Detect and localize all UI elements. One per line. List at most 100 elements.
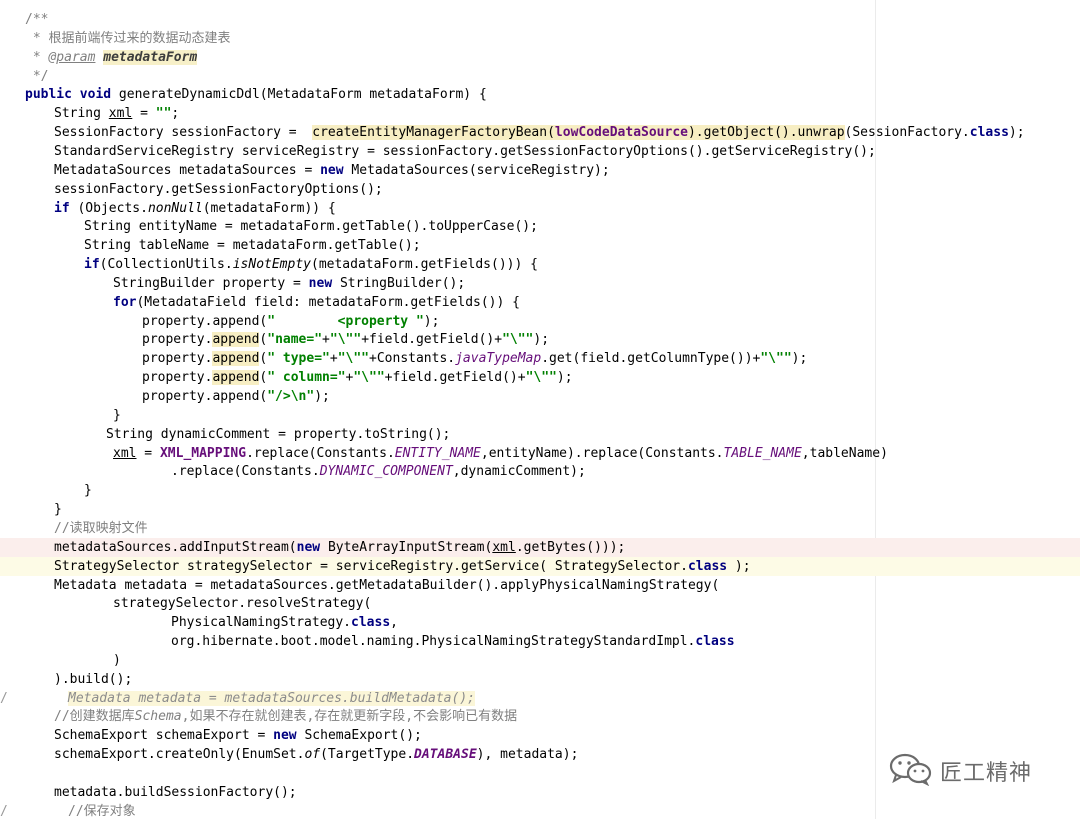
code-token: SchemaExport(); — [304, 728, 422, 744]
code-token: StringBuilder property = — [113, 275, 309, 291]
code-line[interactable]: property.append(" column="+"\""+field.ge… — [0, 368, 1080, 387]
code-line[interactable]: / Metadata metadata = metadataSources.bui… — [0, 689, 1080, 708]
code-line[interactable]: /** — [0, 10, 1080, 29]
code-token: ); — [1008, 125, 1025, 141]
code-token: javaTypeMap — [455, 351, 542, 367]
code-line[interactable]: */ — [0, 67, 1080, 86]
code-line[interactable]: ).build(); — [0, 670, 1080, 689]
code-line[interactable]: .replace(Constants.DYNAMIC_COMPONENT,dyn… — [0, 462, 1080, 481]
code-line[interactable]: property.append(" type="+"\""+Constants.… — [0, 349, 1080, 368]
code-token: class — [695, 634, 735, 650]
code-token: } — [54, 502, 62, 518]
code-line[interactable]: public void generateDynamicDdl(MetadataF… — [0, 85, 1080, 104]
code-line[interactable]: String xml = ""; — [0, 104, 1080, 123]
code-token: property.append( — [142, 389, 268, 404]
code-line[interactable]: String entityName = metadataForm.getTabl… — [0, 217, 1080, 236]
code-token: } — [113, 407, 121, 423]
code-token: String entityName = metadataForm.getTabl… — [84, 219, 538, 235]
code-line[interactable]: if (Objects.nonNull(metadataForm)) { — [0, 199, 1080, 218]
code-line[interactable]: } — [0, 406, 1080, 425]
code-token: " column=" — [267, 370, 346, 386]
code-line[interactable]: strategySelector.resolveStrategy( — [0, 594, 1080, 613]
code-token: property. — [142, 351, 213, 367]
code-text: //保存对象 — [68, 802, 136, 821]
code-line[interactable]: Metadata metadata = metadataSources.getM… — [0, 576, 1080, 595]
code-line[interactable]: for(MetadataField field: metadataForm.ge… — [0, 293, 1080, 312]
code-token: "/>\n" — [267, 389, 315, 404]
code-line[interactable]: if(CollectionUtils.isNotEmpty(metadataFo… — [0, 255, 1080, 274]
code-line[interactable]: StandardServiceRegistry serviceRegistry … — [0, 142, 1080, 161]
code-token: append — [212, 351, 260, 367]
code-text: SchemaExport schemaExport = new SchemaEx… — [54, 726, 422, 745]
gutter-comment-mark: / — [0, 690, 8, 706]
code-text: sessionFactory.getSessionFactoryOptions(… — [54, 180, 383, 199]
code-token: String dynamicComment = property.toStrin… — [106, 426, 451, 442]
code-line[interactable]: String dynamicComment = property.toStrin… — [0, 425, 1080, 444]
code-line[interactable]: PhysicalNamingStrategy.class, — [0, 613, 1080, 632]
code-token: "" — [155, 106, 172, 122]
code-token: + — [322, 332, 330, 348]
code-token: ,dynamicComment); — [452, 464, 586, 480]
code-token: +Constants. — [369, 351, 456, 367]
code-token: (TargetType. — [320, 747, 415, 763]
code-token: TABLE_NAME — [723, 445, 802, 461]
code-editor[interactable]: /** * 根据前端传过来的数据动态建表 * @param metadataFo… — [0, 0, 1080, 819]
code-line[interactable]: ) — [0, 651, 1080, 670]
code-line[interactable]: SessionFactory sessionFactory = createEn… — [0, 123, 1080, 142]
code-line[interactable]: xml = XML_MAPPING.replace(Constants.ENTI… — [0, 444, 1080, 463]
code-token: SchemaExport schemaExport = — [54, 728, 274, 744]
code-line[interactable]: MetadataSources metadataSources = new Me… — [0, 161, 1080, 180]
code-line[interactable]: * 根据前端传过来的数据动态建表 — [0, 29, 1080, 48]
code-text: ).build(); — [54, 670, 132, 689]
code-token: , — [390, 615, 398, 631]
code-line[interactable]: property.append("name="+"\""+field.getFi… — [0, 330, 1080, 349]
code-text: property.append("name="+"\""+field.getFi… — [142, 330, 549, 349]
code-token: PhysicalNamingStrategy. — [171, 615, 352, 631]
code-text: public void generateDynamicDdl(MetadataF… — [25, 85, 487, 104]
code-text: if(CollectionUtils.isNotEmpty(metadataFo… — [84, 255, 538, 274]
code-token: */ — [25, 68, 49, 84]
code-line[interactable]: metadataSources.addInputStream(new ByteA… — [0, 537, 1080, 557]
code-token: (CollectionUtils. — [99, 257, 233, 273]
code-line[interactable]: property.append(" <property "); — [0, 312, 1080, 331]
code-token: isNotEmpty — [232, 257, 311, 273]
code-line[interactable]: StringBuilder property = new StringBuild… — [0, 274, 1080, 293]
code-text: PhysicalNamingStrategy.class, — [171, 613, 398, 632]
code-token: ), metadata); — [476, 747, 579, 763]
code-line[interactable]: sessionFactory.getSessionFactoryOptions(… — [0, 180, 1080, 199]
code-line[interactable]: StrategySelector strategySelector = serv… — [0, 556, 1080, 576]
code-token: (Objects. — [77, 200, 148, 216]
code-line[interactable]: //读取映射文件 — [0, 519, 1080, 538]
code-line[interactable]: org.hibernate.boot.model.naming.Physical… — [0, 632, 1080, 651]
code-text: property.append("/>\n"); — [142, 387, 330, 406]
code-line[interactable]: String tableName = metadataForm.getTable… — [0, 236, 1080, 255]
code-token: ); — [533, 332, 550, 348]
code-line[interactable]: / //保存对象 — [0, 802, 1080, 821]
code-line[interactable]: SchemaExport schemaExport = new SchemaEx… — [0, 726, 1080, 745]
code-token: (MetadataField field: metadataForm.getFi… — [136, 294, 520, 310]
code-token: XML_MAPPING — [159, 445, 247, 461]
code-text: String tableName = metadataForm.getTable… — [84, 236, 421, 255]
code-text: metadataSources.addInputStream(new ByteA… — [54, 538, 625, 557]
code-line[interactable]: * @param metadataForm — [0, 48, 1080, 67]
code-token: .get(field.getColumnType())+ — [541, 351, 761, 367]
code-line[interactable]: //创建数据库Schema,如果不存在就创建表,存在就更新字段,不会影响已有数据 — [0, 707, 1080, 726]
code-token: //读取映射文件 — [54, 520, 148, 536]
code-token: + — [329, 351, 338, 367]
code-text: MetadataSources metadataSources = new Me… — [54, 161, 610, 180]
code-token: (SessionFactory. — [844, 125, 970, 141]
code-token: "\"" — [353, 370, 385, 386]
code-token: DATABASE — [414, 747, 477, 763]
code-token: = — [136, 445, 160, 461]
code-line[interactable]: } — [0, 481, 1080, 500]
code-line[interactable]: property.append("/>\n"); — [0, 387, 1080, 406]
code-token: append — [212, 332, 260, 348]
code-token: /** — [25, 12, 49, 27]
code-text: */ — [25, 67, 49, 86]
code-line[interactable]: } — [0, 500, 1080, 519]
code-text: strategySelector.resolveStrategy( — [113, 594, 371, 613]
code-token: String tableName = metadataForm.getTable… — [84, 238, 421, 254]
code-token: generateDynamicDdl(MetadataForm metadata… — [118, 87, 487, 103]
code-token: if — [54, 200, 78, 216]
code-text: //创建数据库Schema,如果不存在就创建表,存在就更新字段,不会影响已有数据 — [54, 707, 517, 726]
